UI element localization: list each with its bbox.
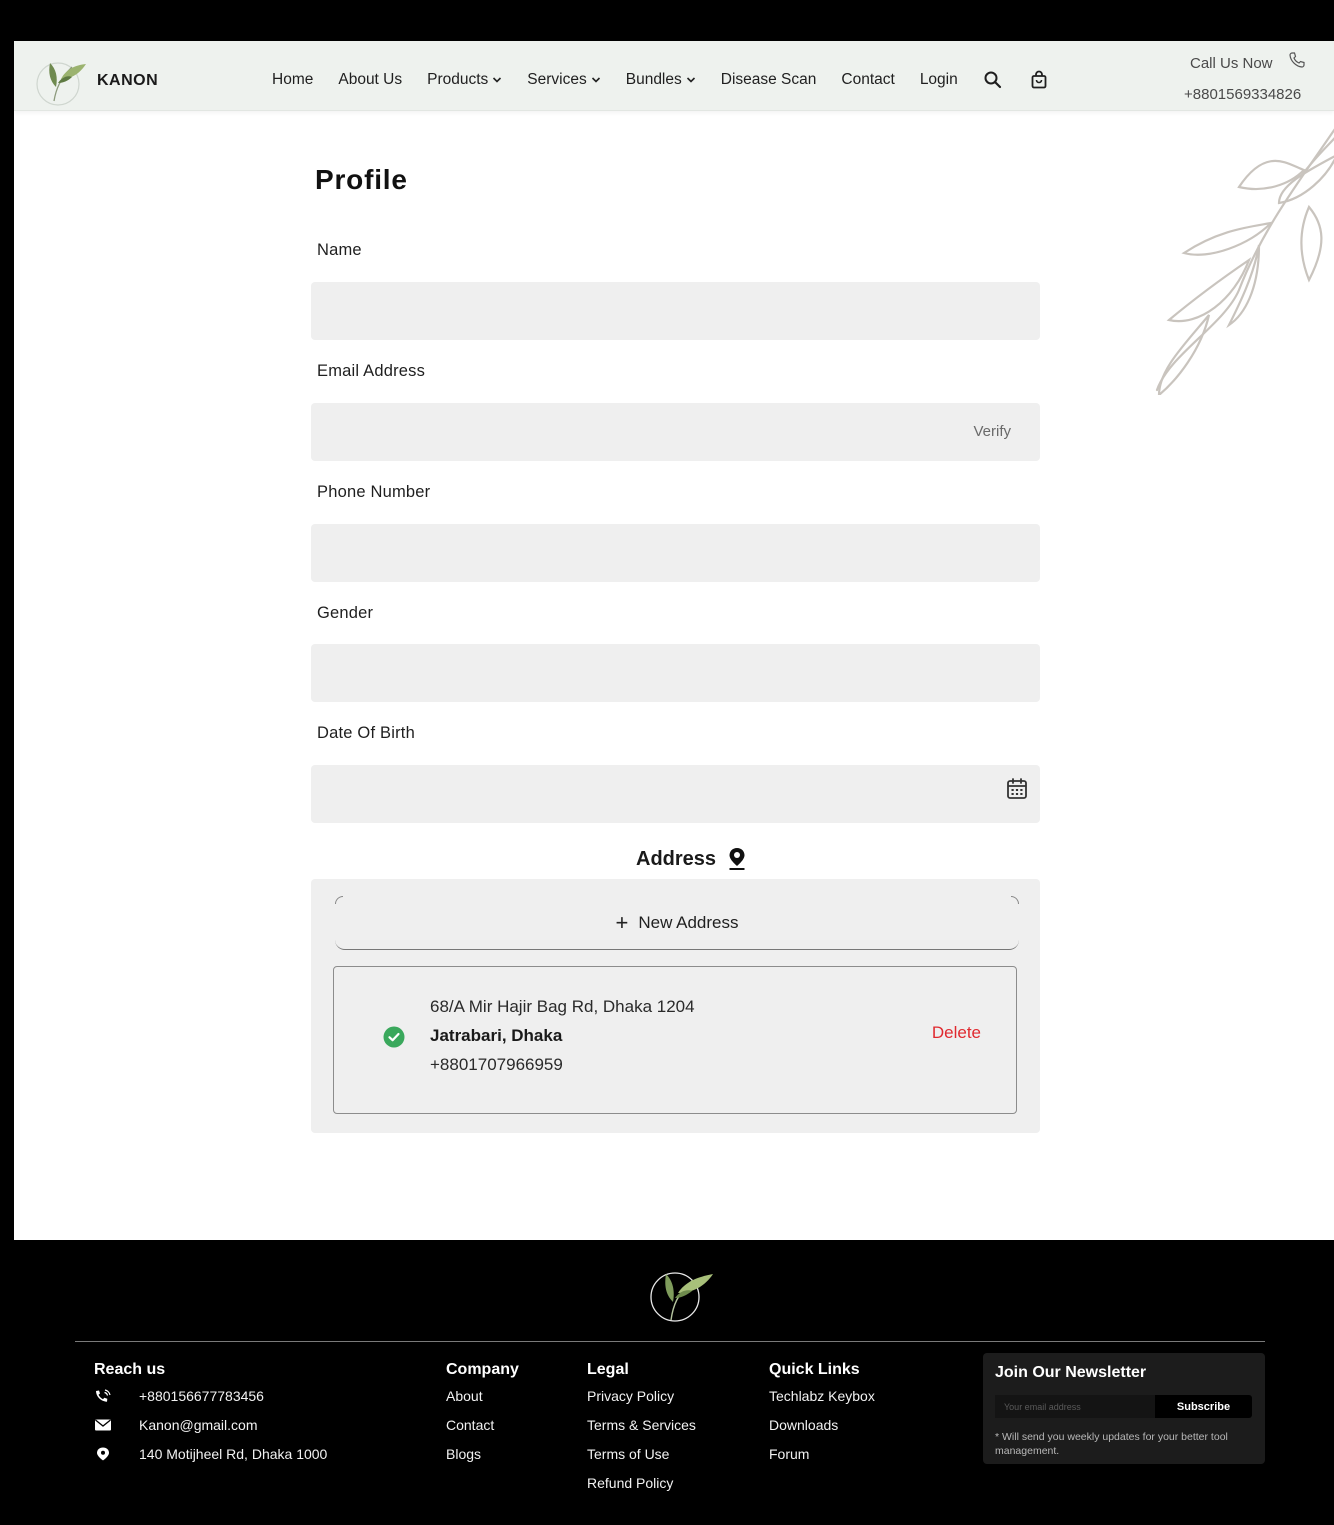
nav-about-us-label: About Us — [338, 71, 403, 88]
main-content: KANON Home About Us Products Services Bu… — [14, 41, 1334, 1240]
nav-disease-scan[interactable]: Disease Scan — [721, 71, 817, 89]
kanon-logo-icon[interactable] — [34, 51, 88, 107]
gender-field[interactable] — [311, 644, 1040, 702]
nav-login-label: Login — [919, 71, 958, 88]
reach-address-row: 140 Motijheel Rd, Dhaka 1000 — [94, 1446, 327, 1475]
address-phone: +8801707966959 — [430, 1055, 563, 1074]
name-field[interactable] — [311, 282, 1040, 340]
top-black-strip — [9, 7, 1334, 41]
address-heading-text: Address — [636, 847, 717, 870]
nav-contact-label: Contact — [841, 71, 895, 88]
reach-email[interactable]: Kanon@gmail.com — [139, 1417, 258, 1433]
corner-decoration — [1011, 896, 1019, 904]
dob-field[interactable] — [311, 765, 1040, 823]
delete-address-button[interactable]: Delete — [932, 1023, 981, 1043]
email-field[interactable]: Verify — [311, 403, 1040, 461]
mail-icon — [95, 1419, 111, 1431]
search-icon[interactable] — [983, 70, 1003, 90]
address-panel: + New Address 68/A Mir Hajir Bag Rd, Dha… — [311, 879, 1040, 1133]
reach-address: 140 Motijheel Rd, Dhaka 1000 — [139, 1446, 328, 1462]
nav-contact[interactable]: Contact — [841, 71, 894, 89]
nav-about-us[interactable]: About Us — [338, 71, 402, 89]
check-circle-icon[interactable] — [383, 1026, 405, 1048]
dob-label: Date Of Birth — [317, 724, 415, 742]
email-label: Email Address — [317, 362, 426, 380]
footer-legal: Legal Privacy Policy Terms & Services Te… — [587, 1361, 696, 1504]
address-street: 68/A Mir Hajir Bag Rd, Dhaka 1204 — [430, 997, 695, 1016]
phone-icon[interactable] — [1288, 51, 1306, 69]
nav-products-label: Products — [427, 71, 489, 88]
nav-bundles[interactable]: Bundles — [626, 71, 696, 89]
gender-label: Gender — [317, 604, 374, 622]
phone-call-icon — [96, 1389, 111, 1402]
footer-divider — [75, 1341, 1265, 1342]
footer-link-about[interactable]: About — [446, 1388, 519, 1417]
footer-company: Company About Contact Blogs — [446, 1361, 519, 1475]
company-heading: Company — [446, 1361, 519, 1378]
new-address-label: New Address — [638, 912, 739, 932]
location-pin-icon — [97, 1447, 109, 1461]
nav-home[interactable]: Home — [272, 71, 313, 89]
chevron-down-icon — [591, 77, 600, 83]
footer-link-techlabz-keybox[interactable]: Techlabz Keybox — [769, 1388, 875, 1417]
verify-button[interactable]: Verify — [973, 423, 1011, 440]
nav-home-label: Home — [272, 71, 314, 88]
shopping-bag-icon[interactable] — [1029, 70, 1049, 90]
nav-bundles-label: Bundles — [625, 71, 682, 88]
newsletter-box: Join Our Newsletter Subscribe * Will sen… — [983, 1353, 1265, 1464]
reach-us-heading: Reach us — [94, 1361, 166, 1378]
location-pin-icon — [729, 848, 745, 870]
footer-link-blogs[interactable]: Blogs — [446, 1446, 519, 1475]
phone-label: Phone Number — [317, 483, 431, 501]
footer-link-terms-services[interactable]: Terms & Services — [587, 1417, 696, 1446]
footer: Reach us +880156677783456 Kanon@gmail.co… — [9, 1240, 1334, 1525]
navbar: KANON Home About Us Products Services Bu… — [14, 41, 1334, 111]
footer-link-terms-of-use[interactable]: Terms of Use — [587, 1446, 696, 1475]
reach-email-row: Kanon@gmail.com — [94, 1417, 327, 1446]
address-card[interactable]: 68/A Mir Hajir Bag Rd, Dhaka 1204 Jatrab… — [333, 966, 1017, 1114]
nav-services-label: Services — [527, 71, 587, 88]
new-address-button[interactable]: + New Address — [335, 896, 1019, 950]
main-nav: Home About Us Products Services Bundles … — [272, 70, 1075, 90]
footer-reach-us: Reach us +880156677783456 Kanon@gmail.co… — [94, 1361, 327, 1475]
nav-disease-scan-label: Disease Scan — [720, 71, 817, 88]
calendar-icon[interactable] — [1006, 777, 1028, 801]
kanon-footer-logo-icon[interactable] — [647, 1262, 717, 1324]
nav-products[interactable]: Products — [427, 71, 502, 89]
reach-phone[interactable]: +880156677783456 — [139, 1388, 264, 1404]
footer-quick-links: Quick Links Techlabz Keybox Downloads Fo… — [769, 1361, 875, 1475]
page-title: Profile — [315, 164, 408, 195]
footer-link-downloads[interactable]: Downloads — [769, 1417, 875, 1446]
nav-services[interactable]: Services — [527, 71, 600, 89]
reach-phone-row: +880156677783456 — [94, 1388, 327, 1417]
chevron-down-icon — [686, 77, 695, 83]
footer-link-contact[interactable]: Contact — [446, 1417, 519, 1446]
nav-login[interactable]: Login — [920, 71, 958, 89]
legal-heading: Legal — [587, 1361, 629, 1378]
name-label: Name — [317, 241, 362, 259]
chevron-down-icon — [493, 77, 502, 83]
plus-icon: + — [615, 909, 629, 935]
phone-field[interactable] — [311, 524, 1040, 582]
decorative-branch-illustration — [1155, 128, 1334, 395]
newsletter-heading: Join Our Newsletter — [995, 1364, 1147, 1381]
corner-decoration — [335, 896, 343, 904]
footer-link-forum[interactable]: Forum — [769, 1446, 875, 1475]
footer-link-privacy-policy[interactable]: Privacy Policy — [587, 1388, 696, 1417]
quick-links-heading: Quick Links — [769, 1361, 860, 1378]
address-area: Jatrabari, Dhaka — [430, 1026, 563, 1045]
brand-name[interactable]: KANON — [97, 72, 158, 90]
subscribe-button[interactable]: Subscribe — [1155, 1395, 1252, 1418]
footer-link-refund-policy[interactable]: Refund Policy — [587, 1475, 696, 1504]
newsletter-email-input[interactable] — [995, 1395, 1155, 1418]
call-us-label: Call Us Now — [1190, 55, 1273, 72]
page: KANON Home About Us Products Services Bu… — [9, 7, 1334, 1525]
newsletter-note: * Will send you weekly updates for your … — [995, 1431, 1228, 1457]
address-heading: Address — [636, 847, 746, 871]
call-us-phone[interactable]: +8801569334826 — [1184, 86, 1301, 103]
